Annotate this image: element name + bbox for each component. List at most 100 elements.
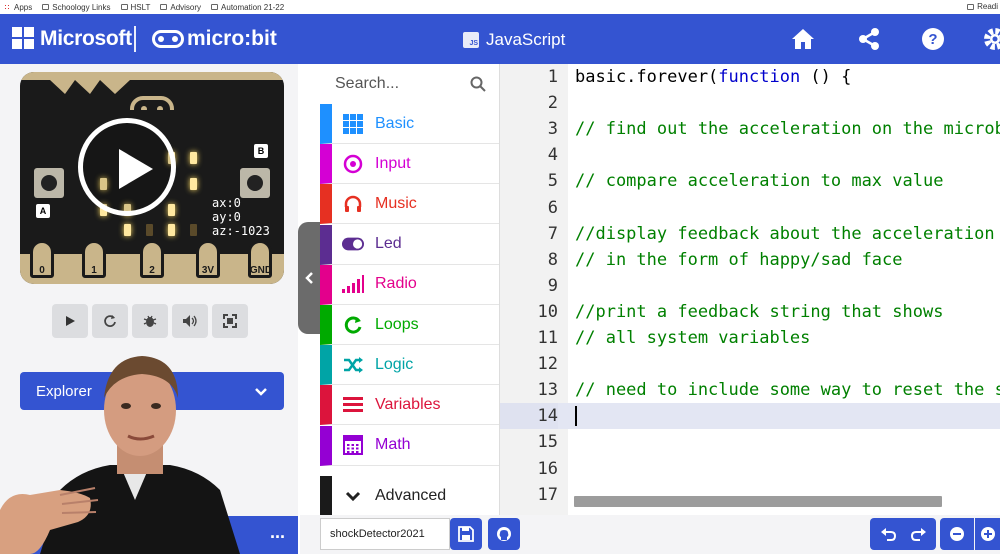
code-text: // compare acceleration to max value — [575, 168, 943, 194]
code-line[interactable]: 14 — [500, 403, 1000, 430]
category-variables[interactable]: Variables — [320, 385, 499, 426]
line-number: 15 — [537, 432, 558, 453]
code-line[interactable]: 16 — [500, 456, 1000, 482]
restart-icon[interactable] — [92, 304, 128, 338]
code-line[interactable]: 9 — [500, 273, 1000, 299]
presenter-video — [0, 356, 240, 554]
line-number: 12 — [537, 354, 558, 375]
fullscreen-icon[interactable] — [212, 304, 248, 338]
play-icon[interactable] — [52, 304, 88, 338]
button-a[interactable] — [34, 168, 64, 198]
code-text: // need to include some way to reset the… — [575, 377, 1000, 403]
category-label: Basic — [375, 114, 415, 132]
simulator-panel: A B ax:0 ay:0 az:-1023 0 1 2 3V GND Expl… — [0, 64, 298, 554]
category-label: Input — [375, 154, 411, 172]
horizontal-scrollbar[interactable] — [574, 496, 942, 507]
button-b-label: B — [254, 144, 268, 158]
javascript-icon: JS — [463, 32, 479, 48]
category-loops[interactable]: Loops — [320, 305, 499, 345]
category-music[interactable]: Music — [320, 184, 499, 225]
accel-y: ay:0 — [212, 210, 241, 224]
mute-icon[interactable] — [172, 304, 208, 338]
code-text: basic.forever(function () { — [575, 64, 851, 90]
category-label: Loops — [375, 315, 419, 333]
code-line[interactable]: 1 basic.forever(function () { — [500, 64, 1000, 90]
bookmark-automation[interactable]: Automation 21-22 — [211, 3, 284, 12]
code-line[interactable]: 12 — [500, 351, 1000, 377]
microbit-board[interactable]: A B ax:0 ay:0 az:-1023 0 1 2 3V GND — [20, 72, 284, 284]
toolbox-search — [320, 64, 499, 104]
code-line[interactable]: 5 // compare acceleration to max value — [500, 168, 1000, 194]
button-b[interactable] — [240, 168, 270, 198]
bookmark-label: Apps — [14, 2, 33, 12]
category-label: Advanced — [375, 486, 447, 504]
collapse-simulator-button[interactable] — [298, 222, 320, 334]
folder-icon — [42, 4, 50, 10]
play-video-icon[interactable] — [78, 118, 176, 216]
share-icon[interactable] — [856, 26, 882, 52]
code-line[interactable]: 10 //print a feedback string that shows — [500, 299, 1000, 325]
text-cursor — [575, 406, 577, 427]
code-comment: // all system variables — [575, 328, 811, 348]
led — [168, 204, 175, 216]
code-line[interactable]: 8 // in the form of happy/sad face — [500, 247, 1000, 273]
category-logic[interactable]: Logic — [320, 345, 499, 386]
line-number: 5 — [547, 171, 558, 192]
led — [190, 152, 197, 164]
led — [146, 224, 153, 236]
line-number: 7 — [547, 223, 558, 244]
settings-icon[interactable] — [982, 26, 1000, 52]
category-input[interactable]: Input — [320, 144, 499, 185]
bookmark-label: HSLT — [130, 2, 151, 12]
language-toggle[interactable]: JavaScript — [486, 30, 565, 50]
code-editor[interactable]: 1 basic.forever(function () {2 3 // find ou… — [500, 64, 1000, 515]
github-icon[interactable] — [488, 518, 520, 550]
code-line[interactable]: 11 // all system variables — [500, 325, 1000, 351]
code-text: // all system variables — [575, 325, 810, 351]
code-token: basic.forever( — [575, 67, 719, 87]
app-header: Microsoft micro:bit JS JavaScript ? — [0, 14, 1000, 64]
bookmark-apps[interactable]: Apps — [4, 3, 32, 12]
undo-icon[interactable] — [870, 518, 906, 550]
category-label: Logic — [375, 355, 414, 373]
bottom-toolbar: shockDetector2021 — [300, 515, 1000, 554]
zoom-out-icon[interactable] — [940, 518, 974, 550]
reading-list[interactable]: Readi — [967, 2, 998, 11]
category-radio[interactable]: Radio — [320, 264, 499, 305]
zoom-in-icon[interactable] — [975, 518, 1000, 550]
code-line[interactable]: 13 // need to include some way to reset t… — [500, 377, 1000, 403]
project-name-input[interactable]: shockDetector2021 — [320, 518, 450, 550]
line-number: 8 — [547, 249, 558, 270]
category-led[interactable]: Led — [320, 224, 499, 265]
category-label: Music — [375, 194, 417, 212]
redo-icon[interactable] — [902, 518, 936, 550]
code-line[interactable]: 15 — [500, 429, 1000, 455]
microbit-brand[interactable]: micro:bit — [187, 27, 277, 51]
bookmark-schoology[interactable]: Schoology Links — [42, 3, 111, 12]
bookmark-hslt[interactable]: HSLT — [120, 2, 151, 12]
code-line[interactable]: 7 //display feedback about the accelerati… — [500, 221, 1000, 247]
code-text: //display feedback about the acceleratio… — [575, 221, 995, 247]
category-label: Radio — [375, 275, 417, 293]
debug-icon[interactable] — [132, 304, 168, 338]
code-line[interactable]: 3 // find out the acceleration on the mic… — [500, 116, 1000, 142]
save-icon[interactable] — [450, 518, 482, 550]
category-basic[interactable]: Basic — [320, 104, 499, 144]
code-line[interactable]: 4 — [500, 142, 1000, 168]
pin-label: 1 — [91, 265, 97, 276]
bookmark-label: Advisory — [170, 2, 202, 12]
category-advanced[interactable]: Advanced — [320, 476, 499, 515]
code-line[interactable]: 2 — [500, 90, 1000, 116]
help-icon[interactable]: ? — [920, 26, 946, 52]
search-icon[interactable] — [470, 76, 486, 97]
bookmark-label: Automation 21-22 — [221, 2, 285, 12]
refresh-icon — [342, 314, 364, 336]
apps-icon — [4, 3, 11, 11]
code-text: // find out the acceleration on the micr… — [575, 116, 1000, 142]
category-math[interactable]: Math — [320, 425, 499, 466]
home-icon[interactable] — [790, 26, 816, 52]
code-line[interactable]: 6 — [500, 195, 1000, 221]
calculator-icon — [342, 434, 364, 456]
led — [124, 224, 131, 236]
bookmark-advisory[interactable]: Advisory — [160, 3, 201, 12]
